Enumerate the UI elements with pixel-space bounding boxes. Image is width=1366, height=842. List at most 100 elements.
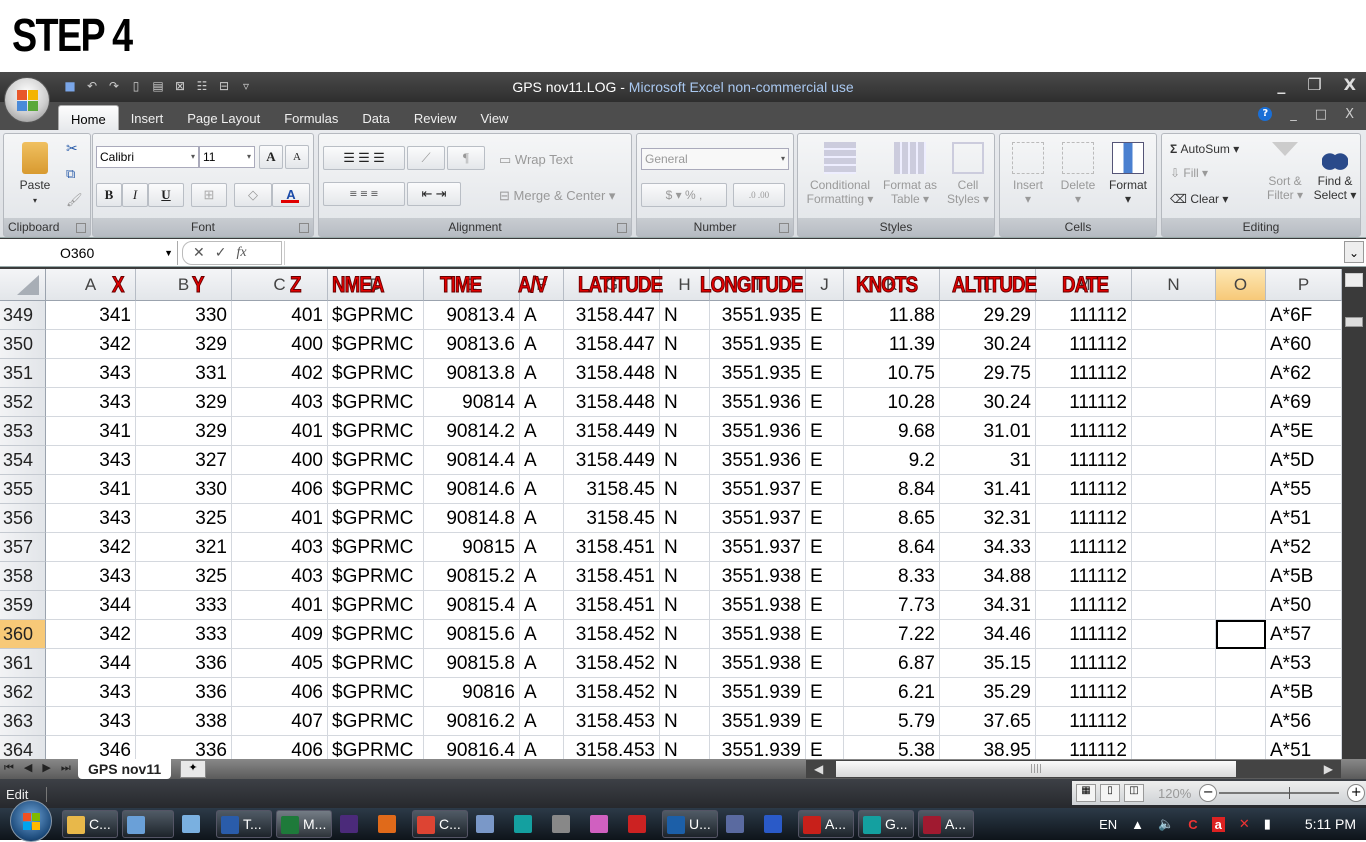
zoom-level[interactable]: 120% <box>1158 786 1191 801</box>
antivirus-icon[interactable]: a <box>1211 816 1225 832</box>
cell[interactable]: A <box>520 736 564 759</box>
cell[interactable]: A*51 <box>1266 736 1342 759</box>
cell[interactable]: A*6F <box>1266 301 1342 330</box>
cell[interactable]: $GPRMC <box>328 736 424 759</box>
cell[interactable]: 343 <box>46 446 136 475</box>
cell[interactable] <box>1216 388 1266 417</box>
cell[interactable]: A*5D <box>1266 446 1342 475</box>
cell[interactable] <box>1216 475 1266 504</box>
cell[interactable] <box>1216 562 1266 591</box>
cell[interactable]: 401 <box>232 504 328 533</box>
cell[interactable]: 333 <box>136 591 232 620</box>
cell[interactable]: 111112 <box>1036 533 1132 562</box>
cell[interactable]: 409 <box>232 620 328 649</box>
cell[interactable]: 3158.452 <box>564 649 660 678</box>
cell[interactable]: 10.75 <box>844 359 940 388</box>
spreadsheet-grid[interactable]: ABCDEFGHIJKLMNOPQXYZNMEATIMEA/VLATITUDEL… <box>0 269 1342 759</box>
zoom-out-icon[interactable]: − <box>1199 784 1218 802</box>
cell[interactable]: N <box>660 330 710 359</box>
cell[interactable]: N <box>660 736 710 759</box>
cell[interactable]: N <box>660 562 710 591</box>
taskbar-arduino-ide[interactable]: G... <box>858 810 914 838</box>
cell[interactable]: 327 <box>136 446 232 475</box>
office-button[interactable] <box>4 77 50 123</box>
cell[interactable] <box>1132 504 1216 533</box>
clock[interactable]: 5:11 PM <box>1305 816 1356 832</box>
tab-insert[interactable]: Insert <box>119 105 176 130</box>
cell[interactable]: $GPRMC <box>328 620 424 649</box>
cell[interactable]: 90815 <box>424 533 520 562</box>
cell[interactable] <box>1132 330 1216 359</box>
cell[interactable]: E <box>806 330 844 359</box>
taskbar-acrobat[interactable]: A... <box>798 810 854 838</box>
cell[interactable]: $GPRMC <box>328 649 424 678</box>
number-launcher-icon[interactable] <box>779 223 789 233</box>
cell[interactable]: E <box>806 533 844 562</box>
cell[interactable]: A*52 <box>1266 533 1342 562</box>
row-header[interactable]: 364 <box>0 736 46 759</box>
merge-center-button[interactable]: ⊟ Merge & Center ▾ <box>499 188 615 204</box>
cell[interactable] <box>1216 736 1266 759</box>
column-header-n[interactable]: N <box>1132 269 1216 301</box>
cell[interactable]: A <box>520 562 564 591</box>
normal-view-icon[interactable]: ▦ <box>1076 784 1096 802</box>
cell[interactable] <box>1132 562 1216 591</box>
italic-button[interactable]: I <box>122 183 148 207</box>
orientation-button[interactable]: ⟋ <box>407 146 445 170</box>
name-box[interactable]: O360 ▼ <box>0 241 178 265</box>
clear-button[interactable]: ⌫ Clear ▾ <box>1170 192 1228 206</box>
column-header-c[interactable]: C <box>232 269 328 301</box>
cell[interactable]: E <box>806 417 844 446</box>
sort-filter-button[interactable]: Sort & Filter ▾ <box>1262 142 1308 202</box>
cell[interactable]: 90816.4 <box>424 736 520 759</box>
sheet-tab-gps-nov11[interactable]: GPS nov11 <box>78 759 172 779</box>
tab-formulas[interactable]: Formulas <box>272 105 350 130</box>
row-header[interactable]: 355 <box>0 475 46 504</box>
cell[interactable]: 111112 <box>1036 649 1132 678</box>
cell[interactable]: 3158.449 <box>564 446 660 475</box>
cell[interactable]: 30.24 <box>940 330 1036 359</box>
cell[interactable]: $GPRMC <box>328 504 424 533</box>
cell[interactable]: N <box>660 301 710 330</box>
cell[interactable]: 8.33 <box>844 562 940 591</box>
paste-button[interactable]: Paste ▾ <box>10 142 60 206</box>
cell[interactable]: 343 <box>46 388 136 417</box>
cell[interactable]: A <box>520 446 564 475</box>
font-size-select[interactable]: 11 ▾ <box>199 146 255 168</box>
cell[interactable]: A <box>520 388 564 417</box>
cell[interactable]: N <box>660 707 710 736</box>
cell[interactable]: A <box>520 475 564 504</box>
cell[interactable]: A <box>520 678 564 707</box>
first-sheet-icon[interactable]: ⏮ <box>4 761 14 775</box>
cell[interactable] <box>1216 678 1266 707</box>
tab-data[interactable]: Data <box>350 105 401 130</box>
prev-sheet-icon[interactable]: ◀ <box>24 761 32 775</box>
close-icon[interactable]: X <box>1344 75 1356 94</box>
cell[interactable]: A*57 <box>1266 620 1342 649</box>
tab-home[interactable]: Home <box>58 105 119 130</box>
cell[interactable]: A <box>520 591 564 620</box>
cell[interactable]: 3551.937 <box>710 533 806 562</box>
grow-font-button[interactable]: A <box>259 145 283 169</box>
volume-icon[interactable]: 🔈 <box>1158 816 1174 832</box>
cell[interactable]: 111112 <box>1036 504 1132 533</box>
cell[interactable]: 3158.45 <box>564 475 660 504</box>
cell[interactable]: 342 <box>46 330 136 359</box>
cell[interactable]: 11.88 <box>844 301 940 330</box>
delete-cells-button[interactable]: Delete ▾ <box>1056 142 1100 206</box>
cell[interactable]: 343 <box>46 359 136 388</box>
row-header[interactable]: 354 <box>0 446 46 475</box>
cell[interactable]: 34.46 <box>940 620 1036 649</box>
row-header[interactable]: 352 <box>0 388 46 417</box>
cell[interactable]: 35.29 <box>940 678 1036 707</box>
row-header[interactable]: 350 <box>0 330 46 359</box>
select-all-button[interactable] <box>0 269 46 301</box>
cell[interactable]: N <box>660 591 710 620</box>
cell[interactable]: N <box>660 388 710 417</box>
cell[interactable]: E <box>806 736 844 759</box>
row-header[interactable]: 359 <box>0 591 46 620</box>
vertical-scroll-thumb[interactable] <box>1345 317 1363 327</box>
borders-button[interactable]: ⊞ <box>191 183 227 207</box>
row-header[interactable]: 357 <box>0 533 46 562</box>
taskbar-app-pink[interactable] <box>586 810 620 838</box>
